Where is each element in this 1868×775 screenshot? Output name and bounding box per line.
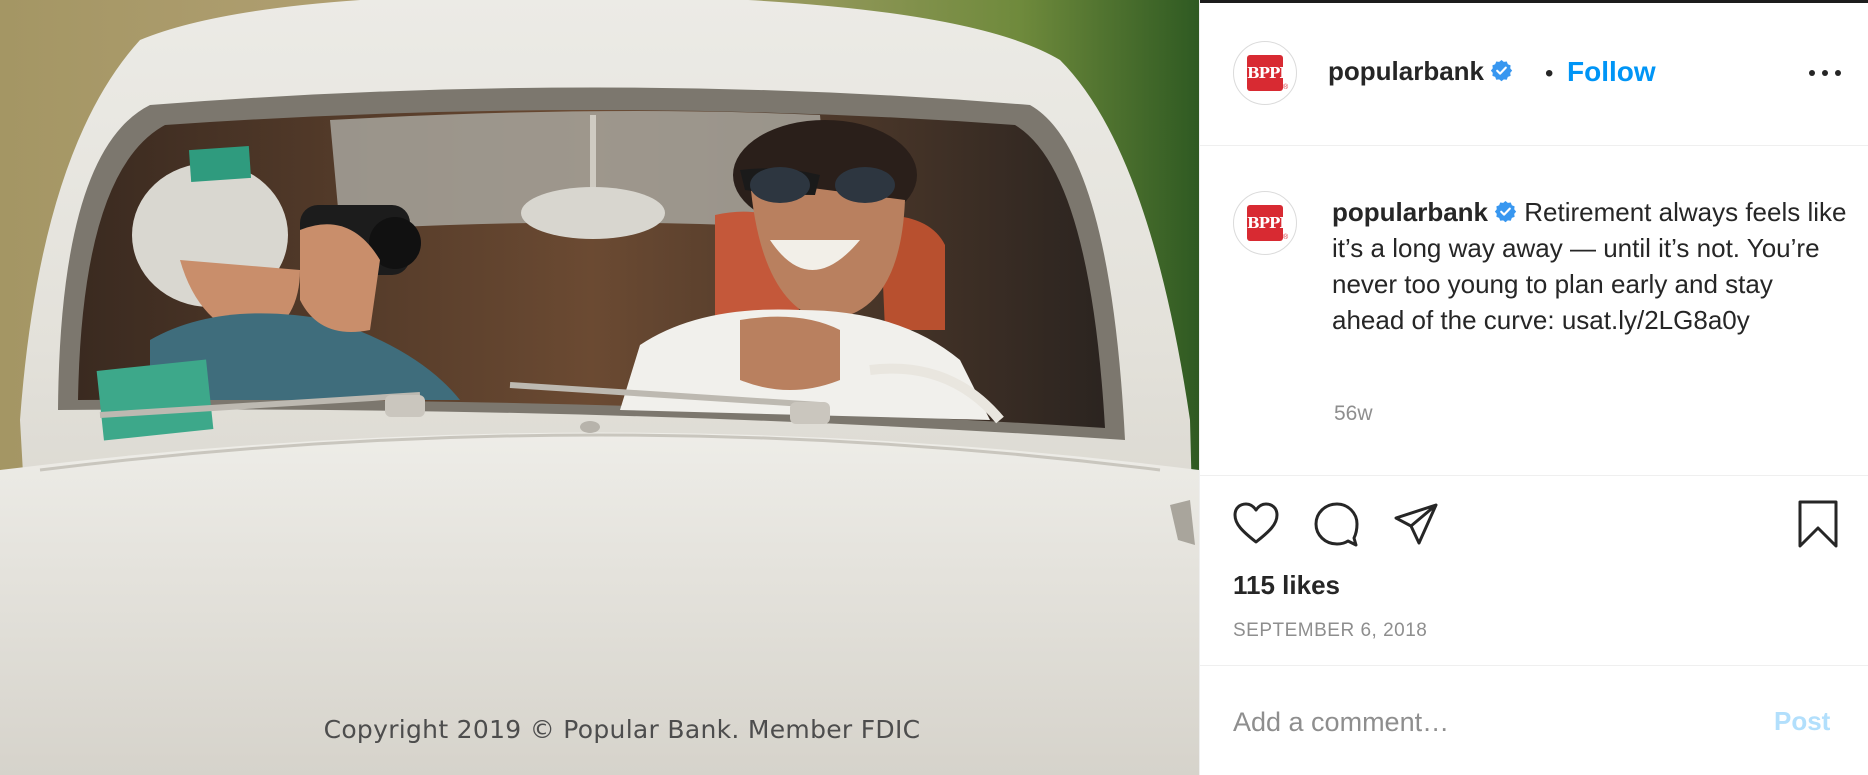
avatar[interactable]: BPPR ® <box>1233 41 1297 105</box>
post-date: SEPTEMBER 6, 2018 <box>1233 620 1428 641</box>
registered-mark: ® <box>1283 234 1289 241</box>
post-image[interactable]: Copyright 2019 © Popular Bank. Member FD… <box>0 0 1199 775</box>
likes-count[interactable]: 115 likes <box>1233 570 1340 601</box>
heart-icon[interactable] <box>1230 498 1282 550</box>
follow-button[interactable]: Follow <box>1567 56 1656 88</box>
caption-text: popularbank Retirement always feels like… <box>1332 194 1852 338</box>
share-icon[interactable] <box>1390 498 1442 550</box>
caption-avatar[interactable]: BPPR ® <box>1233 191 1297 255</box>
separator-dot: • <box>1545 60 1554 87</box>
caption-username[interactable]: popularbank <box>1332 197 1488 227</box>
post-comment-button[interactable]: Post <box>1774 706 1830 737</box>
instagram-post: Copyright 2019 © Popular Bank. Member FD… <box>0 0 1868 775</box>
brand-logo: BPPR <box>1247 205 1292 241</box>
brand-logo: BPPR <box>1247 55 1292 91</box>
more-options-icon[interactable] <box>1805 52 1845 92</box>
photo-copyright-text: Copyright 2019 © Popular Bank. Member FD… <box>323 715 921 744</box>
header-username-wrap: popularbank <box>1328 56 1513 87</box>
post-side-panel: BPPR ® popularbank • Follow BPPR ® popul… <box>1199 0 1868 775</box>
comment-bar: Post <box>1200 666 1868 775</box>
registered-mark: ® <box>1283 84 1289 91</box>
post-age[interactable]: 56w <box>1334 402 1373 426</box>
verified-badge-icon <box>1494 200 1517 223</box>
post-header: BPPR ® popularbank • Follow <box>1200 0 1868 146</box>
header-username[interactable]: popularbank <box>1328 56 1484 86</box>
caption-link[interactable]: usat.ly/2LG8a0y <box>1562 305 1750 335</box>
car-photo-illustration <box>0 0 1199 775</box>
post-caption: BPPR ® popularbank Retirement always fee… <box>1200 146 1868 476</box>
post-actions: 115 likes SEPTEMBER 6, 2018 <box>1200 476 1868 666</box>
verified-badge-icon <box>1490 59 1513 82</box>
bookmark-icon[interactable] <box>1792 498 1844 550</box>
comment-input[interactable] <box>1233 702 1733 742</box>
comment-icon[interactable] <box>1310 498 1362 550</box>
